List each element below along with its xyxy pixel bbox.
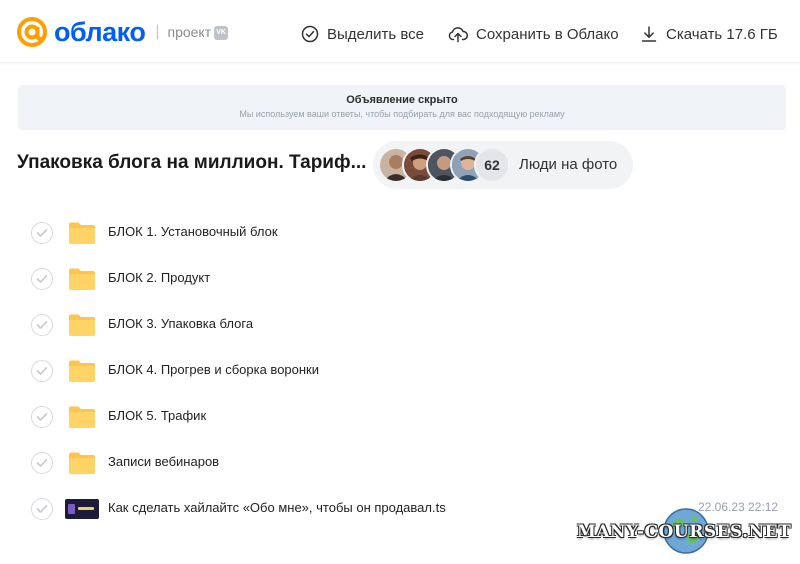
logo-subtitle: проект	[167, 24, 212, 40]
ad-title: Объявление скрыто	[346, 94, 458, 106]
page-title: Упаковка блога на миллион. Тариф...	[17, 152, 367, 173]
select-checkbox[interactable]	[31, 314, 53, 336]
file-name[interactable]: Записи вебинаров	[108, 454, 219, 469]
file-list: БЛОК 1. Установочный блок БЛОК 2. Продук…	[0, 210, 800, 532]
people-count-badge: 62	[474, 147, 510, 183]
logo[interactable]: облако | проект VK	[16, 16, 229, 48]
list-item[interactable]: Записи вебинаров	[0, 440, 800, 486]
folder-icon	[69, 314, 95, 336]
watermark-text: MANY-COURSES.NET	[577, 522, 792, 542]
list-item[interactable]: БЛОК 3. Упаковка блога	[0, 302, 800, 348]
list-item[interactable]: БЛОК 1. Установочный блок	[0, 210, 800, 256]
check-icon	[36, 505, 48, 513]
select-checkbox[interactable]	[31, 268, 53, 290]
download-icon	[641, 26, 657, 42]
check-icon	[36, 275, 48, 283]
file-name[interactable]: БЛОК 2. Продукт	[108, 270, 210, 285]
watermark: MANY-COURSES.NET	[577, 506, 791, 556]
check-circle-icon	[301, 25, 319, 43]
list-item[interactable]: БЛОК 2. Продукт	[0, 256, 800, 302]
select-checkbox[interactable]	[31, 498, 53, 520]
check-icon	[36, 459, 48, 467]
check-icon	[36, 321, 48, 329]
folder-icon	[69, 268, 95, 290]
file-name[interactable]: БЛОК 1. Установочный блок	[108, 224, 278, 239]
file-name[interactable]: Как сделать хайлайтс «Обо мне», чтобы он…	[108, 500, 446, 515]
people-on-photo-label: Люди на фото	[519, 156, 618, 173]
file-name[interactable]: БЛОК 4. Прогрев и сборка воронки	[108, 362, 319, 377]
check-icon	[36, 229, 48, 237]
people-on-photo-button[interactable]: 62 Люди на фото	[373, 141, 633, 189]
download-button[interactable]: Скачать 17.6 ГБ	[640, 22, 778, 46]
logo-separator: |	[155, 23, 160, 40]
cloud-upload-icon	[448, 27, 468, 43]
logo-text: облако	[54, 17, 146, 47]
download-label: Скачать 17.6 ГБ	[666, 25, 778, 43]
folder-icon	[69, 222, 95, 244]
top-header: облако | проект VK Выделить все Сохранит…	[0, 0, 800, 62]
vk-badge-icon: VK	[214, 26, 229, 40]
hidden-ad-banner: Объявление скрыто Мы используем ваши отв…	[18, 85, 786, 130]
select-checkbox[interactable]	[31, 222, 53, 244]
select-checkbox[interactable]	[31, 406, 53, 428]
folder-icon	[69, 360, 95, 382]
folder-icon	[69, 406, 95, 428]
select-checkbox[interactable]	[31, 452, 53, 474]
file-name[interactable]: БЛОК 3. Упаковка блога	[108, 316, 253, 331]
video-thumbnail-icon	[65, 499, 99, 519]
folder-icon	[69, 452, 95, 474]
at-sign-logo-icon	[17, 17, 47, 47]
save-to-cloud-label: Сохранить в Облако	[476, 25, 619, 43]
select-checkbox[interactable]	[31, 360, 53, 382]
list-item[interactable]: БЛОК 4. Прогрев и сборка воронки	[0, 348, 800, 394]
save-to-cloud-button[interactable]: Сохранить в Облако	[448, 22, 619, 46]
select-all-label: Выделить все	[327, 25, 425, 43]
ad-subtitle: Мы используем ваши ответы, чтобы подбира…	[239, 109, 565, 119]
select-all-button[interactable]: Выделить все	[301, 22, 424, 46]
check-icon	[36, 413, 48, 421]
check-icon	[36, 367, 48, 375]
file-name[interactable]: БЛОК 5. Трафик	[108, 408, 206, 423]
list-item[interactable]: БЛОК 5. Трафик	[0, 394, 800, 440]
